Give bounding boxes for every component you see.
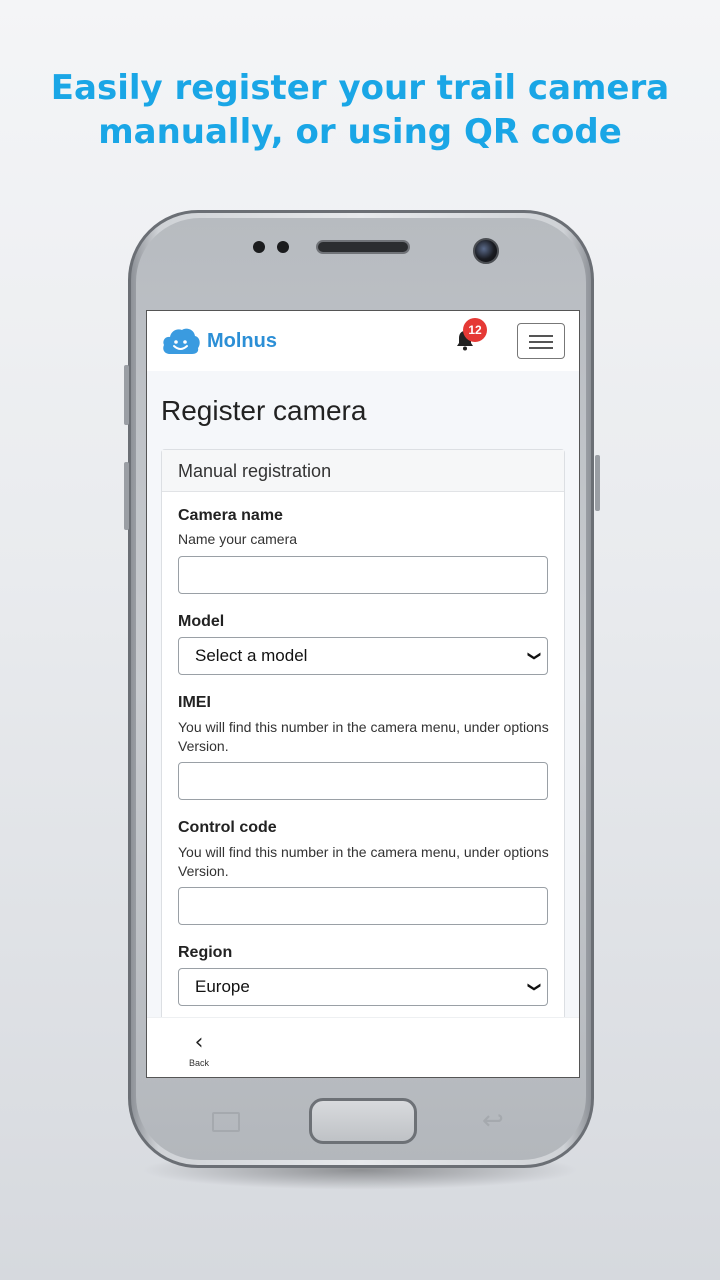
front-camera (473, 238, 499, 264)
region-select[interactable]: Europe ❯ (178, 968, 548, 1006)
chevron-down-icon: ❯ (526, 981, 542, 993)
model-label: Model (178, 613, 225, 630)
bixby-button (124, 462, 129, 530)
region-label: Region (178, 944, 233, 961)
bottom-navbar: ‹ Back (147, 1017, 579, 1077)
camera-name-help: Name your camera (178, 531, 298, 547)
chevron-down-icon: ❯ (526, 650, 542, 662)
promo-headline: Easily register your trail camera manual… (0, 66, 720, 154)
region-selected-value: Europe (195, 977, 250, 996)
control-code-label: Control code (178, 819, 277, 836)
power-button (595, 455, 600, 511)
brand-name: Molnus (207, 329, 277, 352)
chevron-left-icon: ‹ (194, 1030, 204, 1055)
model-select[interactable]: Select a model ❯ (178, 637, 548, 675)
earpiece-speaker (316, 240, 410, 254)
camera-name-input[interactable] (178, 556, 548, 594)
phone-screen: Molnus 12 Register camera Manual registr… (146, 310, 580, 1078)
model-selected-value: Select a model (195, 646, 308, 665)
hamburger-icon (529, 335, 553, 337)
hardware-back-icon[interactable]: ↩ (482, 1106, 504, 1136)
hamburger-icon-bar (529, 341, 553, 343)
proximity-sensor (253, 241, 265, 253)
back-button[interactable]: ‹ Back (185, 1030, 213, 1069)
notification-badge[interactable]: 12 (463, 318, 487, 342)
control-code-input[interactable] (178, 887, 548, 925)
control-code-help: You will find this number in the camera … (178, 844, 549, 879)
cloud-logo-icon (163, 328, 200, 354)
manual-registration-card: Manual registration Camera name Name you… (161, 449, 565, 1049)
page-content: Register camera Manual registration Came… (147, 371, 579, 1049)
page-title: Register camera (161, 395, 367, 426)
card-header: Manual registration (162, 450, 564, 492)
brand-logo[interactable]: Molnus (161, 326, 277, 356)
hamburger-icon-bar (529, 347, 553, 349)
imei-help: You will find this number in the camera … (178, 719, 549, 754)
top-navbar: Molnus 12 (147, 311, 579, 371)
recent-apps-icon[interactable] (212, 1112, 240, 1132)
back-label: Back (188, 1058, 209, 1068)
promo-headline-line1: Easily register your trail camera (50, 68, 670, 108)
volume-button (124, 365, 129, 425)
imei-label: IMEI (178, 694, 211, 711)
camera-name-label: Camera name (178, 507, 283, 524)
home-button[interactable] (309, 1098, 417, 1144)
promo-headline-line2: manually, or using QR code (98, 112, 622, 152)
light-sensor (277, 241, 289, 253)
imei-input[interactable] (178, 762, 548, 800)
menu-toggle-button[interactable] (517, 323, 565, 359)
